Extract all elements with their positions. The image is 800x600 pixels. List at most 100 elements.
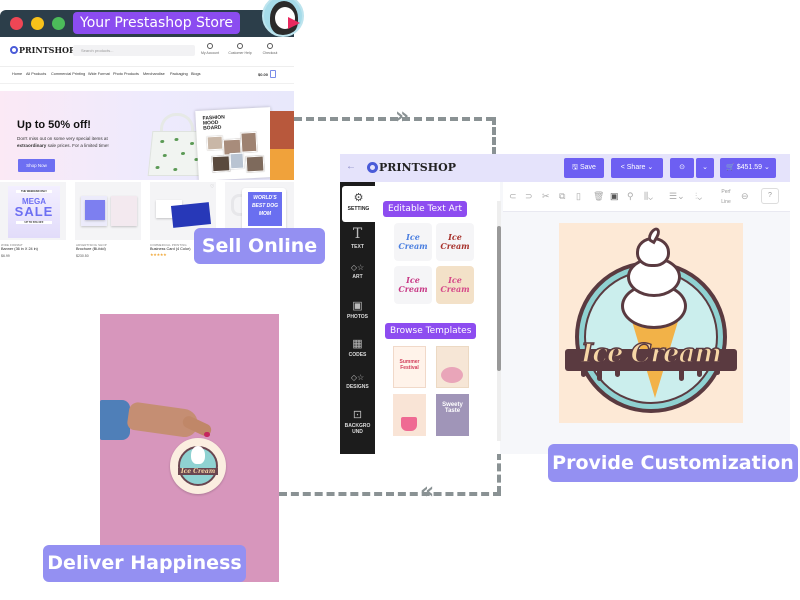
my-account-label: My Account [200, 51, 220, 55]
checkout-icon [267, 43, 273, 49]
save-button[interactable]: 🖫 Save [564, 158, 604, 178]
distribute-icon[interactable]: ⫶⌄ [695, 191, 702, 202]
search-input[interactable]: Search products... [73, 45, 195, 56]
nav-item-blogs[interactable]: Blogs [191, 72, 201, 76]
cart-total-label: $451.59 [736, 164, 763, 171]
mug-image: WORLD'S BEST DOG MOM [242, 188, 286, 232]
cut-icon[interactable]: ✂ [542, 191, 550, 202]
hero-text: Don't miss out on some very special item… [17, 135, 127, 149]
checkout-link[interactable]: Checkout [257, 43, 283, 55]
nav-item-all-products[interactable]: All Products [26, 72, 46, 76]
save-label: Save [579, 164, 596, 171]
close-window-button[interactable] [10, 17, 23, 30]
mug-print-text: WORLD'S BEST DOG MOM [248, 192, 282, 226]
back-arrow-icon[interactable]: ← [346, 161, 356, 172]
connector-top-drop [492, 117, 496, 155]
sticker-image: Ice Cream [170, 438, 226, 494]
image-icon[interactable]: ▣ [610, 191, 619, 202]
product-name[interactable]: Banner (36 in X 24 in) [1, 247, 38, 251]
user-icon: ⊙ [679, 164, 685, 171]
sidebar-item-designs[interactable]: ◇☆ DESIGNS [340, 373, 375, 390]
poster-image [270, 111, 294, 180]
undo-icon[interactable]: ⊃ [525, 191, 533, 202]
store-header: PRINTSHOP Search products... My Account … [0, 37, 294, 67]
redo-icon[interactable]: ⊂ [509, 191, 517, 202]
text-art-tile[interactable]: Ice Cream [394, 223, 432, 261]
delete-icon[interactable]: 🗑 [593, 191, 604, 202]
product-price: $6.99 [1, 254, 10, 258]
product-card-banner[interactable]: THE WEEKEND ONLY MEGA SALE UP TO 50% OFF [0, 182, 66, 240]
sidebar-item-art[interactable]: ◇☆ ART [340, 263, 375, 280]
store-logo[interactable]: PRINTSHOP [10, 45, 75, 55]
align-icon[interactable]: ⫼⌄ [644, 191, 653, 202]
template-thumb[interactable]: Sweety Taste [436, 394, 469, 436]
mood-board-title: FASHION MOOD BOARD [202, 114, 225, 132]
my-account-link[interactable]: My Account [197, 43, 223, 55]
banner-sub-text: UP TO 50% OFF [16, 221, 52, 224]
nav-item-merchandise[interactable]: Merchandise [143, 72, 165, 76]
text-art-tile[interactable]: Ice Cream [394, 266, 432, 304]
double-chevron-left-icon: « [420, 479, 435, 504]
hero-title: Up to 50% off! [17, 119, 91, 131]
sidebar-label: ART [352, 274, 363, 280]
store-window: Your Prestashop Store PRINTSHOP Search p… [0, 10, 294, 260]
text-art-tile[interactable]: Ice Cream [436, 266, 474, 304]
cart-total: $0.00 [258, 72, 269, 77]
perf-line-toggle[interactable]: Perf Line [719, 187, 733, 207]
nav-item-home[interactable]: Home [12, 72, 22, 76]
maximize-window-button[interactable] [52, 17, 65, 30]
product-card-brochure[interactable] [75, 182, 141, 240]
product-name[interactable]: Business Card (4 Color) [150, 247, 191, 251]
help-button[interactable]: ? [761, 188, 779, 204]
hero-text-line1: Don't miss out on some very special item… [17, 136, 108, 141]
sell-online-label: Sell Online [194, 228, 325, 264]
nav-item-commercial-printing[interactable]: Commercial Printing [51, 72, 85, 76]
qr-code-icon: ▦ [352, 338, 363, 350]
hero-text-line2: sale prices. For a limited time! [46, 143, 109, 148]
sidebar-item-setting[interactable]: ⚙ SETTING [342, 186, 375, 222]
sleeve-shape [100, 400, 130, 440]
account-dropdown-button[interactable]: ⌄ [696, 158, 714, 178]
template-thumb[interactable]: Summer Festival [393, 346, 426, 388]
text-art-tile[interactable]: Ice Cream [436, 223, 474, 261]
design-canvas[interactable]: Ice Cream [559, 223, 743, 423]
customer-help-link[interactable]: Customer Help [227, 43, 253, 55]
designer-app: ← PRINTSHOP 🖫 Save < Share ⌄ ⊙ ⌄ 🛒 $451.… [340, 154, 790, 454]
nav-item-photo-products[interactable]: Photo Products [113, 72, 139, 76]
hero-banner: Up to 50% off! Don't miss out on some ve… [0, 91, 294, 180]
product-name[interactable]: Brochure (Bi-fold) [76, 247, 106, 251]
designer-header: ← PRINTSHOP 🖫 Save < Share ⌄ ⊙ ⌄ 🛒 $451.… [340, 154, 790, 182]
panel-scroll-thumb[interactable] [497, 226, 501, 371]
template-thumb[interactable] [436, 346, 469, 388]
layers-icon[interactable]: ⚲ [627, 191, 634, 202]
template-thumb[interactable] [393, 394, 426, 436]
cart-icon[interactable] [270, 70, 276, 78]
nav-item-packaging[interactable]: Packaging [170, 72, 188, 76]
sidebar-item-text[interactable]: T TEXT [340, 226, 375, 250]
sidebar-item-codes[interactable]: ▦ CODES [340, 337, 375, 358]
shop-now-button[interactable]: Shop Now [18, 159, 55, 172]
account-button[interactable]: ⊙ [670, 158, 694, 178]
design-text[interactable]: Ice Cream [559, 338, 743, 369]
image-icon: ▣ [352, 300, 363, 312]
nav-item-wide-format[interactable]: Wide Format [88, 72, 110, 76]
sidebar-item-background[interactable]: ⊡ BACKGROUND [340, 408, 375, 435]
product-price: $230.50 [76, 254, 89, 258]
chevron-down-icon: ⌄ [762, 164, 770, 171]
share-button[interactable]: < Share ⌄ [611, 158, 663, 178]
minus-circle-icon[interactable]: ⊖ [741, 191, 749, 202]
minimize-window-button[interactable] [31, 17, 44, 30]
sidebar-label: CODES [348, 352, 367, 358]
templates-heading: Browse Templates [385, 323, 477, 339]
sidebar-label: SETTING [347, 206, 370, 212]
wishlist-heart-icon[interactable]: ♡ [210, 184, 214, 190]
cart-button[interactable]: 🛒 $451.59 ⌄ [720, 158, 776, 178]
arrange-icon[interactable]: ☰⌄ [669, 191, 685, 202]
chevron-down-icon: ⌄ [702, 164, 708, 171]
connector-bottom-drop [497, 452, 501, 494]
hero-text-bold: extraordinary [17, 143, 47, 148]
double-chevron-right-icon: » [395, 104, 410, 129]
sidebar-item-photos[interactable]: ▣ PHOTOS [340, 299, 375, 320]
paste-icon[interactable]: ▯ [576, 191, 581, 202]
copy-icon[interactable]: ⧉ [559, 191, 565, 202]
